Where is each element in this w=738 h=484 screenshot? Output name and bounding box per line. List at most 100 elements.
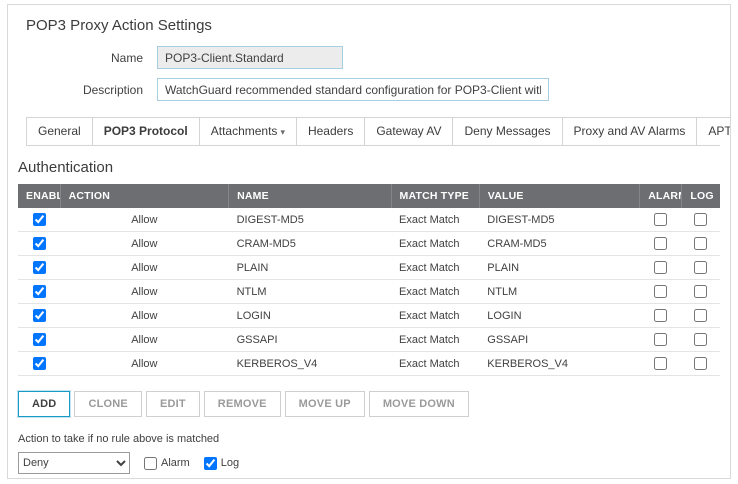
tab-proxy-and-av-alarms[interactable]: Proxy and AV Alarms bbox=[562, 117, 698, 145]
table-header-row: ENABLED ACTION NAME MATCH TYPE VALUE ALA… bbox=[18, 184, 720, 208]
log-cell bbox=[682, 304, 720, 328]
no-match-action-label: Action to take if no rule above is match… bbox=[18, 433, 720, 445]
alarm-checkbox[interactable] bbox=[654, 285, 667, 298]
chevron-down-icon: ▾ bbox=[280, 127, 285, 137]
match-type-cell: Exact Match bbox=[391, 280, 479, 304]
table-row[interactable]: Allow KERBEROS_V4 Exact Match KERBEROS_V… bbox=[18, 352, 720, 376]
no-match-action-select[interactable]: Deny bbox=[18, 452, 130, 474]
enabled-cell bbox=[18, 328, 60, 352]
match-type-cell: Exact Match bbox=[391, 304, 479, 328]
tab-attachments[interactable]: Attachments▾ bbox=[199, 117, 297, 145]
move-up-button[interactable]: MOVE UP bbox=[285, 391, 365, 417]
tab-deny-messages[interactable]: Deny Messages bbox=[452, 117, 562, 145]
log-cell bbox=[682, 208, 720, 232]
alarm-option-checkbox[interactable] bbox=[144, 457, 157, 470]
value-cell: NTLM bbox=[479, 280, 639, 304]
table-row[interactable]: Allow GSSAPI Exact Match GSSAPI bbox=[18, 328, 720, 352]
action-cell: Allow bbox=[60, 328, 228, 352]
table-row[interactable]: Allow CRAM-MD5 Exact Match CRAM-MD5 bbox=[18, 232, 720, 256]
alarm-cell bbox=[640, 280, 682, 304]
name-cell: PLAIN bbox=[229, 256, 391, 280]
table-row[interactable]: Allow LOGIN Exact Match LOGIN bbox=[18, 304, 720, 328]
edit-button[interactable]: EDIT bbox=[146, 391, 200, 417]
alarm-cell bbox=[640, 304, 682, 328]
enabled-checkbox[interactable] bbox=[33, 333, 46, 346]
match-type-cell: Exact Match bbox=[391, 256, 479, 280]
column-header-enabled: ENABLED bbox=[18, 184, 60, 208]
action-cell: Allow bbox=[60, 280, 228, 304]
log-checkbox[interactable] bbox=[694, 237, 707, 250]
name-cell: LOGIN bbox=[229, 304, 391, 328]
log-cell bbox=[682, 352, 720, 376]
log-option: Log bbox=[204, 457, 239, 470]
remove-button[interactable]: REMOVE bbox=[204, 391, 281, 417]
name-cell: KERBEROS_V4 bbox=[229, 352, 391, 376]
tab-attachments-label: Attachments bbox=[211, 124, 278, 138]
log-checkbox[interactable] bbox=[694, 309, 707, 322]
name-row: Name bbox=[18, 46, 720, 69]
log-checkbox[interactable] bbox=[694, 357, 707, 370]
alarm-checkbox[interactable] bbox=[654, 309, 667, 322]
match-type-cell: Exact Match bbox=[391, 352, 479, 376]
enabled-checkbox[interactable] bbox=[33, 261, 46, 274]
action-cell: Allow bbox=[60, 208, 228, 232]
alarm-checkbox[interactable] bbox=[654, 237, 667, 250]
move-down-button[interactable]: MOVE DOWN bbox=[369, 391, 469, 417]
match-type-cell: Exact Match bbox=[391, 328, 479, 352]
log-cell bbox=[682, 328, 720, 352]
enabled-checkbox[interactable] bbox=[33, 357, 46, 370]
alarm-checkbox[interactable] bbox=[654, 357, 667, 370]
column-header-name: NAME bbox=[229, 184, 391, 208]
tab-apt-blocker[interactable]: APT Blocker bbox=[696, 117, 731, 145]
action-cell: Allow bbox=[60, 304, 228, 328]
enabled-cell bbox=[18, 352, 60, 376]
log-checkbox[interactable] bbox=[694, 213, 707, 226]
page-title: POP3 Proxy Action Settings bbox=[26, 17, 720, 34]
tab-gateway-av[interactable]: Gateway AV bbox=[364, 117, 453, 145]
table-row[interactable]: Allow DIGEST-MD5 Exact Match DIGEST-MD5 bbox=[18, 208, 720, 232]
log-option-label: Log bbox=[221, 457, 239, 469]
log-option-checkbox[interactable] bbox=[204, 457, 217, 470]
section-title-authentication: Authentication bbox=[18, 159, 720, 176]
match-type-cell: Exact Match bbox=[391, 208, 479, 232]
enabled-cell bbox=[18, 304, 60, 328]
log-cell bbox=[682, 232, 720, 256]
alarm-cell bbox=[640, 232, 682, 256]
alarm-option: Alarm bbox=[144, 457, 190, 470]
log-checkbox[interactable] bbox=[694, 333, 707, 346]
log-checkbox[interactable] bbox=[694, 261, 707, 274]
value-cell: PLAIN bbox=[479, 256, 639, 280]
enabled-checkbox[interactable] bbox=[33, 285, 46, 298]
tab-pop3-protocol[interactable]: POP3 Protocol bbox=[92, 117, 200, 145]
alarm-cell bbox=[640, 352, 682, 376]
enabled-checkbox[interactable] bbox=[33, 213, 46, 226]
action-cell: Allow bbox=[60, 232, 228, 256]
description-input[interactable] bbox=[157, 78, 549, 101]
name-label: Name bbox=[18, 51, 143, 65]
add-button[interactable]: ADD bbox=[18, 391, 70, 417]
tab-headers[interactable]: Headers bbox=[296, 117, 365, 145]
tab-bar: General POP3 Protocol Attachments▾ Heade… bbox=[26, 117, 720, 146]
clone-button[interactable]: CLONE bbox=[74, 391, 142, 417]
alarm-checkbox[interactable] bbox=[654, 261, 667, 274]
table-row[interactable]: Allow NTLM Exact Match NTLM bbox=[18, 280, 720, 304]
authentication-rules-table: ENABLED ACTION NAME MATCH TYPE VALUE ALA… bbox=[18, 184, 720, 376]
value-cell: DIGEST-MD5 bbox=[479, 208, 639, 232]
alarm-checkbox[interactable] bbox=[654, 213, 667, 226]
enabled-checkbox[interactable] bbox=[33, 237, 46, 250]
column-header-action: ACTION bbox=[60, 184, 228, 208]
alarm-option-label: Alarm bbox=[161, 457, 190, 469]
name-cell: GSSAPI bbox=[229, 328, 391, 352]
enabled-checkbox[interactable] bbox=[33, 309, 46, 322]
name-input[interactable] bbox=[157, 46, 343, 69]
match-type-cell: Exact Match bbox=[391, 232, 479, 256]
column-header-value: VALUE bbox=[479, 184, 639, 208]
table-row[interactable]: Allow PLAIN Exact Match PLAIN bbox=[18, 256, 720, 280]
alarm-cell bbox=[640, 256, 682, 280]
alarm-checkbox[interactable] bbox=[654, 333, 667, 346]
tab-general[interactable]: General bbox=[26, 117, 93, 145]
enabled-cell bbox=[18, 232, 60, 256]
name-cell: DIGEST-MD5 bbox=[229, 208, 391, 232]
log-checkbox[interactable] bbox=[694, 285, 707, 298]
no-match-action-row: Deny Alarm Log bbox=[18, 452, 720, 474]
